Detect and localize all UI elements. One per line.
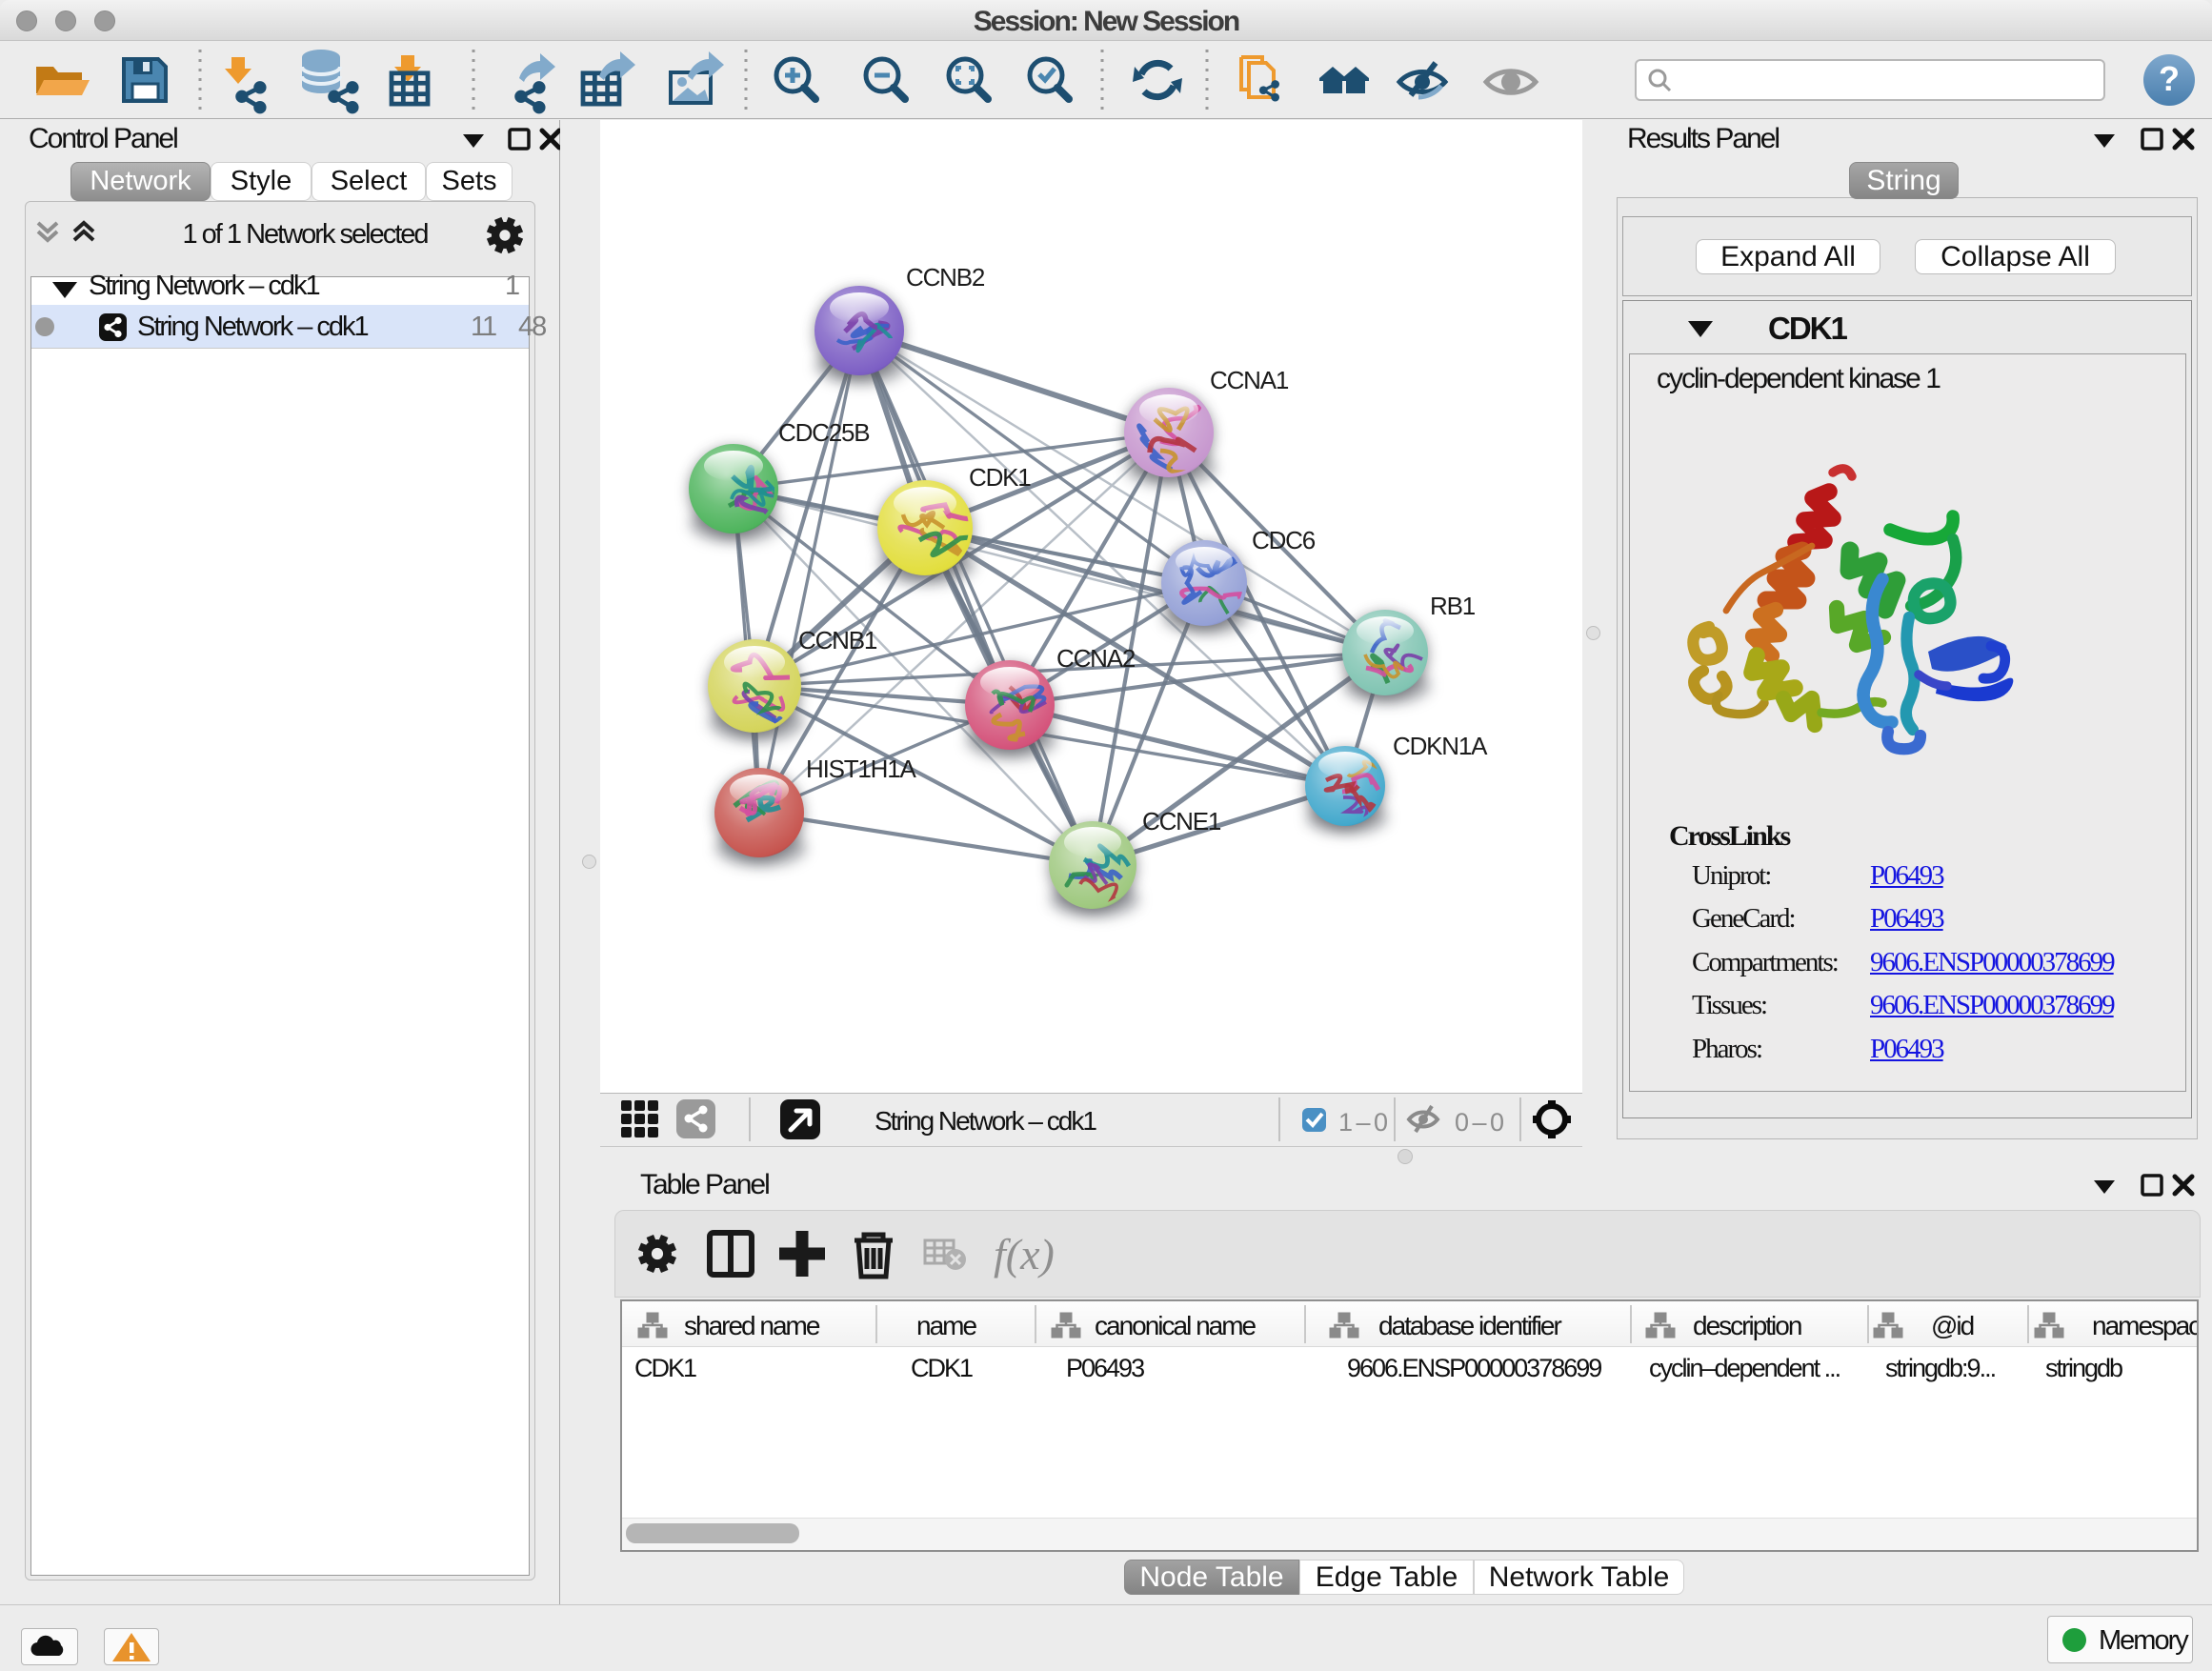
svg-text:CCNB2: CCNB2	[906, 263, 985, 292]
svg-text:CCNE1: CCNE1	[1142, 807, 1221, 836]
svg-text:CDC25B: CDC25B	[778, 418, 869, 447]
svg-text:CCNA2: CCNA2	[1056, 644, 1136, 673]
svg-text:CCNA1: CCNA1	[1210, 366, 1289, 394]
svg-text:CDC6: CDC6	[1252, 526, 1316, 554]
svg-text:CDK1: CDK1	[969, 463, 1031, 492]
svg-text:f(x): f(x)	[994, 1230, 1055, 1278]
svg-text:HIST1H1A: HIST1H1A	[806, 755, 917, 783]
svg-text:CDKN1A: CDKN1A	[1393, 732, 1488, 760]
svg-text:CCNB1: CCNB1	[798, 626, 877, 654]
svg-text:RB1: RB1	[1430, 592, 1476, 620]
